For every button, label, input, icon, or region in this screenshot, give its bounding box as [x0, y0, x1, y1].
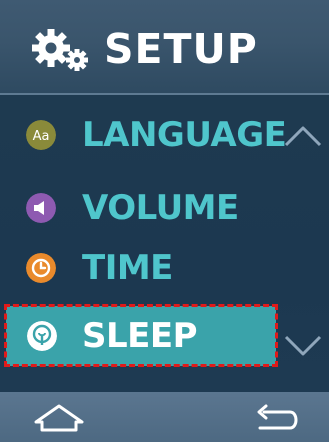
back-icon[interactable] [250, 400, 304, 436]
clock-icon [26, 253, 56, 283]
chevron-down-icon[interactable] [282, 333, 324, 359]
language-icon: Aa [26, 120, 56, 150]
menu-item-language[interactable]: Aa LANGUAGE [0, 105, 287, 165]
menu-item-label: SLEEP [82, 316, 198, 356]
menu-item-label: TIME [82, 248, 173, 288]
home-icon[interactable] [32, 400, 86, 436]
sleep-icon [27, 321, 57, 351]
menu-item-label: VOLUME [82, 188, 239, 228]
menu-item-sleep[interactable]: SLEEP [6, 306, 276, 366]
chevron-up-icon[interactable] [282, 123, 324, 149]
header: SETUP [0, 0, 329, 95]
setup-screen: SETUP Aa LANGUAGE VOLUME TIME SLEEP [0, 0, 329, 442]
svg-text:Aa: Aa [33, 129, 50, 144]
footer-bar [0, 392, 329, 442]
menu-item-time[interactable]: TIME [0, 238, 282, 298]
setup-menu: Aa LANGUAGE VOLUME TIME SLEEP [0, 95, 329, 392]
gear-icon [32, 29, 88, 71]
speaker-icon [26, 193, 56, 223]
page-title: SETUP [104, 25, 258, 73]
menu-item-volume[interactable]: VOLUME [0, 178, 282, 238]
menu-item-label: LANGUAGE [82, 115, 287, 155]
